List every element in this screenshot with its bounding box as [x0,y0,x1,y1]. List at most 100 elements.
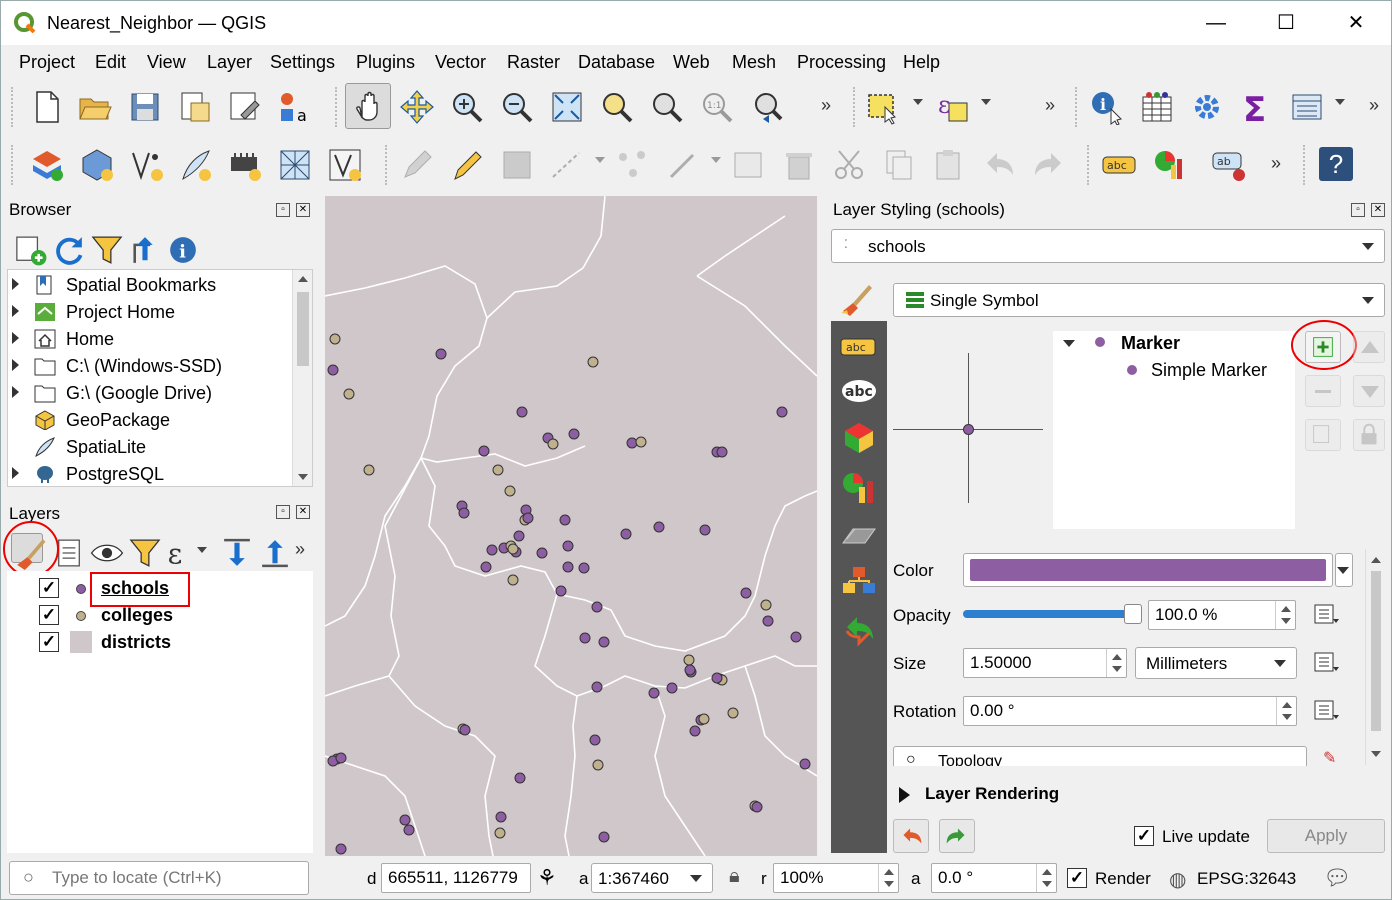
style-manager-brush-icon[interactable]: ✎ [1323,748,1336,766]
new-mesh-layer-icon[interactable] [277,147,313,183]
toolbar-grip[interactable] [11,145,15,185]
select-by-expression-icon[interactable]: ε [935,89,971,125]
undo-icon[interactable] [981,147,1017,183]
redo-style-button[interactable] [939,819,975,853]
layer-row-districts[interactable]: ✓ districts [7,629,313,656]
help-icon[interactable]: ? [1319,147,1353,181]
float-panel-icon[interactable]: ▫ [276,203,290,217]
save-edits-icon[interactable] [499,147,535,183]
collapse-all-icon[interactable] [257,535,288,568]
toolbar-overflow-button[interactable]: » [821,95,831,116]
scroll-down-icon[interactable] [298,474,308,480]
new-print-layout-icon[interactable] [177,89,213,125]
pan-to-selection-icon[interactable] [399,89,435,125]
minimize-button[interactable]: — [1193,7,1239,39]
digitize-dropdown-icon[interactable] [595,157,605,163]
messages-icon[interactable]: 💬︎ [1323,865,1351,891]
browser-item-spatialite[interactable]: SpatiaLite [8,434,298,461]
diagram-toolbar-icon[interactable] [1151,147,1187,183]
expression-dropdown-icon[interactable] [981,99,991,105]
new-spatialite-layer-icon[interactable] [177,147,213,183]
digitize-line-icon[interactable] [549,147,585,183]
crs-button[interactable]: EPSG:32643 [1197,869,1296,889]
new-temporary-layer-icon[interactable] [327,147,363,183]
menu-mesh[interactable]: Mesh [732,52,776,73]
rotation-status-spinbox[interactable]: 0.0 ° [931,863,1057,893]
zoom-to-layer-icon[interactable] [649,89,685,125]
lock-layer-button[interactable] [1353,419,1385,451]
maximize-button[interactable]: ☐ [1263,7,1309,39]
toggle-editing-icon[interactable] [449,147,485,183]
toolbar-grip[interactable] [1075,87,1079,127]
pan-map-icon[interactable] [345,83,391,129]
zoom-last-icon[interactable] [749,89,785,125]
filter-legend-icon[interactable] [127,535,161,567]
select-features-icon[interactable] [865,89,901,125]
color-button[interactable] [963,553,1333,587]
scroll-up-icon[interactable] [298,276,308,282]
size-spinbox[interactable]: 1.50000 [963,648,1127,678]
scroll-up-icon[interactable] [1371,557,1381,563]
browser-item-postgresql[interactable]: PostgreSQL [8,461,298,488]
history-tab-icon[interactable] [839,613,879,649]
close-panel-icon[interactable]: ✕ [1371,203,1385,217]
float-panel-icon[interactable]: ▫ [276,505,290,519]
menu-help[interactable]: Help [903,52,940,73]
live-update-checkbox[interactable]: ✓ [1134,826,1154,846]
open-table-view-icon[interactable] [1289,89,1325,125]
layer-rendering-expand-icon[interactable] [899,787,910,803]
identify-features-icon[interactable]: i [1089,89,1125,126]
toolbar-grip[interactable] [385,145,389,185]
modify-dropdown-icon[interactable] [711,157,721,163]
renderer-type-combo[interactable]: Single Symbol [893,283,1385,317]
data-defined-override-icon[interactable] [1311,649,1341,675]
manage-visibility-icon[interactable] [89,535,124,563]
edit-attributes-icon[interactable] [731,147,767,183]
masks-tab-icon[interactable]: abc [839,373,879,409]
size-unit-combo[interactable]: Millimeters [1135,647,1297,679]
tree-marker-node[interactable]: Marker [1121,333,1180,354]
redo-icon[interactable] [1031,147,1067,183]
properties-scrollbar[interactable] [1365,549,1385,765]
browser-item-project-home[interactable]: Project Home [8,299,298,326]
label-toolbar-icon[interactable]: abc [1101,147,1137,183]
menu-raster[interactable]: Raster [507,52,560,73]
filter-by-expression-icon[interactable]: ε [165,535,193,570]
zoom-native-icon[interactable]: 1:1 [699,89,735,125]
copy-features-icon[interactable] [881,147,917,183]
move-up-button[interactable] [1353,331,1385,363]
tree-simple-marker-node[interactable]: Simple Marker [1151,360,1267,381]
zoom-out-icon[interactable] [499,89,535,125]
new-geopackage-layer-icon[interactable] [79,147,115,183]
add-selected-layers-icon[interactable] [13,232,47,266]
new-project-icon[interactable] [29,89,65,125]
data-source-manager-icon[interactable] [29,147,65,183]
paste-features-icon[interactable] [931,147,967,183]
collapse-all-icon[interactable] [127,232,155,263]
modify-attributes-icon[interactable] [665,147,701,183]
tree-expand-icon[interactable] [1063,340,1075,347]
apply-button[interactable]: Apply [1267,819,1385,853]
toggle-extents-icon[interactable]: ⚘ [537,865,557,891]
attribute-table-icon[interactable] [1139,89,1175,125]
label-highlight-icon[interactable]: ab [1211,147,1247,183]
toolbar-grip[interactable] [1087,145,1091,185]
refresh-icon[interactable] [51,232,83,265]
filter-browser-icon[interactable] [89,232,123,264]
map-canvas[interactable] [325,196,817,856]
style-manager-icon[interactable]: a [277,89,313,125]
menu-plugins[interactable]: Plugins [356,52,415,73]
select-dropdown-icon[interactable] [913,99,923,105]
zoom-to-selection-icon[interactable] [599,89,635,125]
coordinate-field[interactable]: 665511, 1126779 [381,863,531,893]
toolbar-grip[interactable] [1303,145,1307,185]
browser-item-spatial-bookmarks[interactable]: Spatial Bookmarks [8,272,298,299]
locator-input[interactable]: Type to locate (Ctrl+K) [9,861,309,895]
current-edits-icon[interactable] [399,147,435,183]
crs-globe-icon[interactable]: ◍ [1169,867,1186,892]
scroll-thumb[interactable] [1371,571,1381,731]
rotation-spinbox[interactable]: 0.00 ° [963,696,1297,726]
menu-layer[interactable]: Layer [207,52,252,73]
layer-visibility-checkbox[interactable]: ✓ [39,578,59,598]
symbol-search-input[interactable]: ○ Topology [893,746,1307,766]
